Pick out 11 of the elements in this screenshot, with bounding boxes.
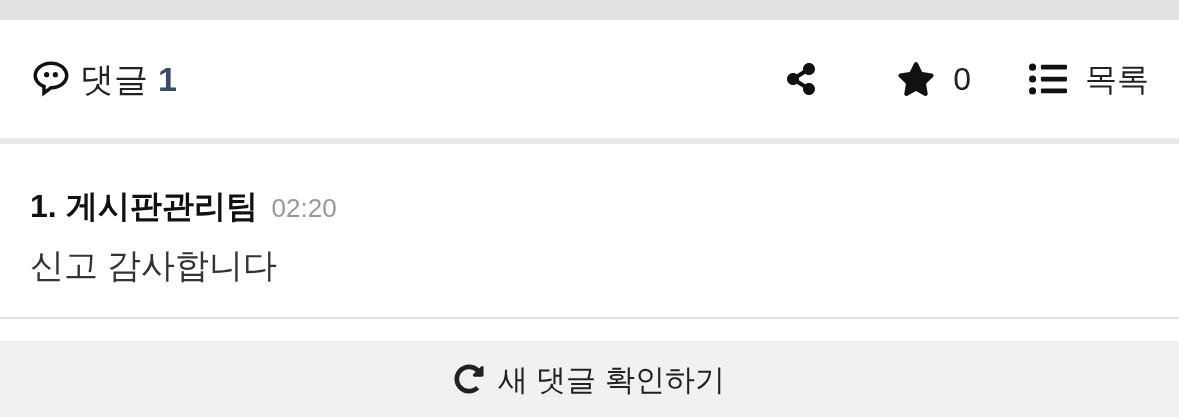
comments-count: 1 [158,58,177,100]
refresh-icon [454,364,485,394]
list-button[interactable]: 목록 [1029,55,1149,103]
star-button[interactable]: 0 [897,55,971,103]
comment-author: 1. 게시판관리팀 [30,187,258,226]
comment-time: 02:20 [271,192,337,225]
star-icon [897,60,936,98]
refresh-comments-button[interactable]: 새 댓글 확인하기 [0,341,1179,417]
share-icon [785,63,818,95]
comments-label: 댓글 [80,58,148,100]
comment-text: 신고 감사합니다 [30,245,279,286]
